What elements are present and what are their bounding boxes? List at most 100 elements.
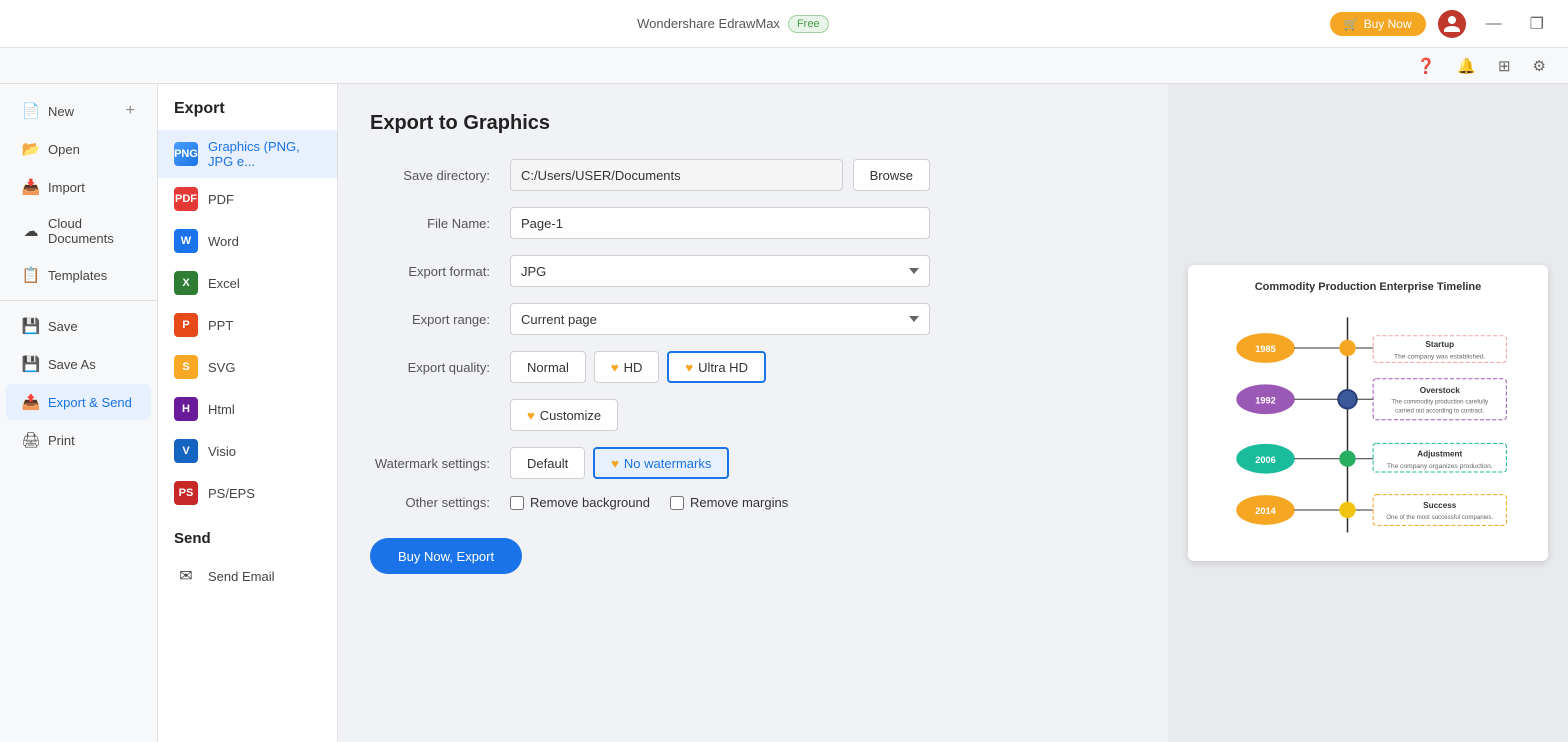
export-range-row: Export range: Current page All pages Sel…	[370, 303, 930, 335]
remove-background-text: Remove background	[530, 495, 650, 510]
watermark-none-button[interactable]: ♥ No watermarks	[593, 447, 729, 479]
save-directory-row: Save directory: Browse	[370, 159, 930, 191]
sidebar-divider	[0, 300, 157, 301]
sidebar-item-open[interactable]: 📂 Open	[6, 131, 151, 167]
export-format-item-pseps[interactable]: PS PS/EPS	[158, 472, 337, 514]
save-directory-input[interactable]	[510, 159, 843, 191]
export-icon: 📤	[22, 393, 40, 411]
export-format-item-visio[interactable]: V Visio	[158, 430, 337, 472]
buy-now-button[interactable]: 🛒 Buy Now	[1330, 12, 1426, 36]
quality-normal-button[interactable]: Normal	[510, 351, 586, 383]
format-label-png: Graphics (PNG, JPG e...	[208, 139, 321, 169]
send-item-email[interactable]: ✉ Send Email	[158, 555, 337, 597]
format-label-word: Word	[208, 234, 239, 249]
sidebar-new-label: New	[48, 104, 74, 119]
svg-text:Success: Success	[1423, 501, 1457, 510]
page-title: Export to Graphics	[370, 112, 1136, 135]
save-icon: 💾	[22, 317, 40, 335]
import-icon: 📥	[22, 178, 40, 196]
customize-row: ♥ Customize	[370, 399, 930, 431]
other-settings-group: Remove background Remove margins	[510, 495, 788, 510]
export-format-item-html[interactable]: H Html	[158, 388, 337, 430]
format-icon-pdf: PDF	[174, 187, 198, 211]
main-layout: 📄 New + 📂 Open 📥 Import ☁ Cloud Document…	[0, 84, 1568, 742]
preview-panel: Commodity Production Enterprise Timeline…	[1168, 84, 1568, 742]
file-name-input[interactable]	[510, 207, 930, 239]
sidebar-item-templates[interactable]: 📋 Templates	[6, 257, 151, 293]
format-icon-word: W	[174, 229, 198, 253]
quality-normal-label: Normal	[527, 360, 569, 375]
export-format-select[interactable]: JPG PNG BMP SVG PDF	[510, 255, 930, 287]
quality-customize-button[interactable]: ♥ Customize	[510, 399, 618, 431]
preview-card: Commodity Production Enterprise Timeline…	[1188, 265, 1548, 562]
file-name-label: File Name:	[370, 216, 500, 231]
remove-margins-checkbox[interactable]	[670, 496, 684, 510]
export-format-item-svg[interactable]: S SVG	[158, 346, 337, 388]
print-icon: 🖨	[22, 431, 40, 449]
svg-text:One of the most successful com: One of the most successful companies.	[1386, 514, 1493, 521]
sidebar-save-label: Save	[48, 319, 78, 334]
format-label-pdf: PDF	[208, 192, 234, 207]
open-icon: 📂	[22, 140, 40, 158]
format-label-ppt: PPT	[208, 318, 233, 333]
file-name-row: File Name:	[370, 207, 930, 239]
export-format-item-word[interactable]: W Word	[158, 220, 337, 262]
watermark-none-label: No watermarks	[624, 456, 711, 471]
watermark-row: Watermark settings: Default ♥ No waterma…	[370, 447, 930, 479]
sidebar-item-saveas[interactable]: 💾 Save As	[6, 346, 151, 382]
sidebar-print-label: Print	[48, 433, 75, 448]
export-panel: Export PNG Graphics (PNG, JPG e... PDF P…	[158, 84, 338, 742]
plus-icon: +	[126, 102, 135, 120]
svg-text:The commodity production caref: The commodity production carefully	[1391, 398, 1489, 405]
export-range-select[interactable]: Current page All pages Selected pages	[510, 303, 930, 335]
send-list: ✉ Send Email	[158, 555, 337, 597]
toolbar2: ❓ 🔔 ⊞ ⚙	[0, 48, 1568, 84]
quality-hd-button[interactable]: ♥ HD	[594, 351, 660, 383]
toolbar-icons: ❓ 🔔 ⊞ ⚙	[1411, 54, 1552, 78]
free-badge: Free	[788, 15, 829, 33]
sidebar-item-export[interactable]: 📤 Export & Send	[6, 384, 151, 420]
settings-button[interactable]: ⚙	[1527, 54, 1552, 78]
apps-button[interactable]: ⊞	[1492, 54, 1517, 78]
avatar[interactable]	[1438, 10, 1466, 38]
hd-heart-icon: ♥	[611, 360, 619, 375]
help-button[interactable]: ❓	[1411, 54, 1442, 78]
remove-margins-label[interactable]: Remove margins	[670, 495, 788, 510]
svg-text:1992: 1992	[1255, 395, 1276, 405]
svg-text:Adjustment: Adjustment	[1417, 449, 1462, 458]
export-format-item-excel[interactable]: X Excel	[158, 262, 337, 304]
format-label-pseps: PS/EPS	[208, 486, 255, 501]
export-section-title: Export	[158, 100, 337, 130]
form-section: Save directory: Browse File Name: Export…	[370, 159, 930, 510]
export-format-item-png[interactable]: PNG Graphics (PNG, JPG e...	[158, 130, 337, 178]
format-label-excel: Excel	[208, 276, 240, 291]
minimize-button[interactable]: —	[1478, 11, 1510, 37]
export-format-item-ppt[interactable]: P PPT	[158, 304, 337, 346]
format-icon-excel: X	[174, 271, 198, 295]
sidebar-item-print[interactable]: 🖨 Print	[6, 422, 151, 458]
export-quality-row: Export quality: Normal ♥ HD ♥ Ultra HD	[370, 351, 930, 383]
other-settings-label: Other settings:	[370, 495, 500, 510]
app-title-area: Wondershare EdrawMax Free	[637, 15, 828, 33]
sidebar-item-import[interactable]: 📥 Import	[6, 169, 151, 205]
browse-button[interactable]: Browse	[853, 159, 930, 191]
titlebar-right: 🛒 Buy Now — ❐	[1330, 10, 1552, 38]
sidebar-item-cloud[interactable]: ☁ Cloud Documents	[6, 207, 151, 255]
new-icon: 📄	[22, 102, 40, 120]
sidebar-item-save[interactable]: 💾 Save	[6, 308, 151, 344]
sidebar-item-new[interactable]: 📄 New +	[6, 93, 151, 129]
export-format-item-pdf[interactable]: PDF PDF	[158, 178, 337, 220]
remove-background-label[interactable]: Remove background	[510, 495, 650, 510]
templates-icon: 📋	[22, 266, 40, 284]
export-quality-label: Export quality:	[370, 360, 500, 375]
notifications-button[interactable]: 🔔	[1451, 54, 1482, 78]
format-label-svg: SVG	[208, 360, 235, 375]
watermark-default-button[interactable]: Default	[510, 447, 585, 479]
export-button[interactable]: Buy Now, Export	[370, 538, 522, 574]
quality-ultrahd-button[interactable]: ♥ Ultra HD	[667, 351, 766, 383]
remove-background-checkbox[interactable]	[510, 496, 524, 510]
other-settings-row: Other settings: Remove background Remove…	[370, 495, 930, 510]
export-format-row: Export format: JPG PNG BMP SVG PDF	[370, 255, 930, 287]
maximize-button[interactable]: ❐	[1522, 10, 1552, 38]
quality-customize-label: Customize	[540, 408, 601, 423]
